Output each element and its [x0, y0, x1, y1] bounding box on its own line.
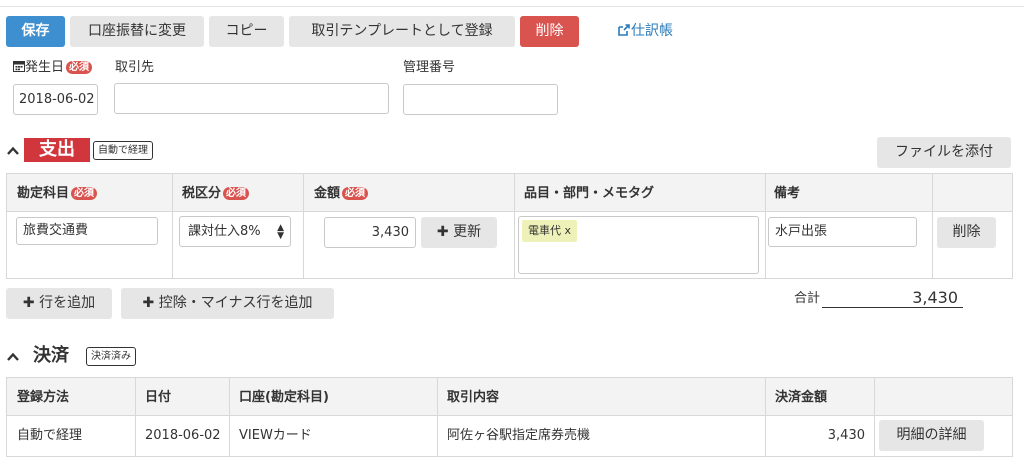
required-badge: 必須	[71, 187, 98, 200]
settlement-description: 阿佐ヶ谷駅指定席券売機	[447, 428, 591, 443]
required-badge: 必須	[66, 61, 93, 74]
settled-badge: 決済済み	[86, 347, 136, 366]
settlement-account: VIEWカード	[239, 428, 312, 443]
expense-title: 支出	[24, 138, 90, 162]
partner-input[interactable]	[114, 83, 389, 114]
date-label: 発生日 必須	[13, 60, 93, 76]
row-delete-button[interactable]: 削除	[937, 217, 996, 248]
column-account: 勘定科目 必須	[17, 186, 98, 202]
add-deduction-row-button[interactable]: ✚ 控除・マイナス行を追加	[121, 288, 334, 319]
detail-button[interactable]: 明細の詳細	[879, 420, 984, 451]
date-label-text: 発生日	[25, 60, 65, 75]
column-settlement-amount: 決済金額	[775, 390, 828, 405]
required-badge: 必須	[223, 187, 250, 200]
amount-input[interactable]: 3,430	[324, 217, 416, 248]
column-amount: 金額 必須	[314, 186, 369, 202]
tag-chip[interactable]: 電車代 x	[522, 220, 578, 242]
column-date: 日付	[145, 390, 172, 405]
column-tax: 税区分 必須	[182, 186, 250, 202]
chevron-up-icon[interactable]	[6, 144, 20, 158]
column-tags: 品目・部門・メモタグ	[524, 186, 655, 201]
partner-label: 取引先	[115, 60, 155, 75]
total-value: 3,430	[912, 288, 958, 307]
settlement-table: 登録方法 日付 口座(勘定科目) 取引内容 決済金額 自動で経理 2018-06…	[6, 377, 1013, 457]
date-input[interactable]: 2018-06-02	[13, 84, 98, 115]
management-number-label: 管理番号	[403, 60, 456, 75]
select-arrows-icon: ▲ ▼	[277, 223, 284, 241]
change-to-transfer-button[interactable]: 口座振替に変更	[70, 16, 204, 47]
plus-icon: ✚	[436, 224, 449, 240]
management-number-input[interactable]	[403, 84, 558, 115]
plus-icon: ✚	[22, 295, 35, 311]
account-input[interactable]: 旅費交通費	[16, 217, 158, 245]
add-row-button[interactable]: ✚ 行を追加	[6, 288, 112, 319]
calendar-icon	[13, 61, 25, 72]
tax-select[interactable]: 課対仕入8% ▲ ▼	[179, 216, 291, 247]
auto-accounting-badge: 自動で経理	[93, 141, 153, 160]
save-button[interactable]: 保存	[6, 16, 65, 47]
register-template-button[interactable]: 取引テンプレートとして登録	[289, 16, 515, 47]
required-badge: 必須	[342, 187, 369, 200]
column-description: 取引内容	[447, 390, 500, 405]
chevron-up-icon[interactable]	[6, 350, 20, 364]
external-link-icon	[618, 24, 630, 36]
settlement-amount: 3,430	[827, 428, 865, 443]
expense-table-header	[7, 174, 1012, 212]
total-underline	[822, 307, 963, 308]
delete-button[interactable]: 削除	[520, 16, 579, 47]
column-method: 登録方法	[17, 390, 70, 405]
memo-input[interactable]: 水戸出張	[768, 217, 917, 247]
add-deduction-row-label: 控除・マイナス行を追加	[158, 295, 313, 311]
settlement-date: 2018-06-02	[145, 428, 221, 443]
tax-select-value: 課対仕入8%	[188, 224, 261, 239]
top-divider	[0, 6, 1024, 7]
journal-link[interactable]: 仕訳帳	[618, 16, 673, 47]
journal-link-label: 仕訳帳	[631, 23, 673, 39]
copy-button[interactable]: コピー	[209, 16, 284, 47]
settlement-method: 自動で経理	[17, 428, 83, 443]
settlement-title: 決済	[33, 345, 69, 366]
plus-icon: ✚	[142, 295, 155, 311]
column-account: 口座(勘定科目)	[239, 390, 329, 405]
update-button[interactable]: ✚ 更新	[421, 217, 497, 248]
update-button-label: 更新	[453, 224, 482, 240]
attach-file-button[interactable]: ファイルを添付	[877, 137, 1011, 168]
total-label: 合計	[794, 291, 821, 306]
column-memo: 備考	[774, 186, 801, 201]
add-row-label: 行を追加	[39, 295, 96, 311]
